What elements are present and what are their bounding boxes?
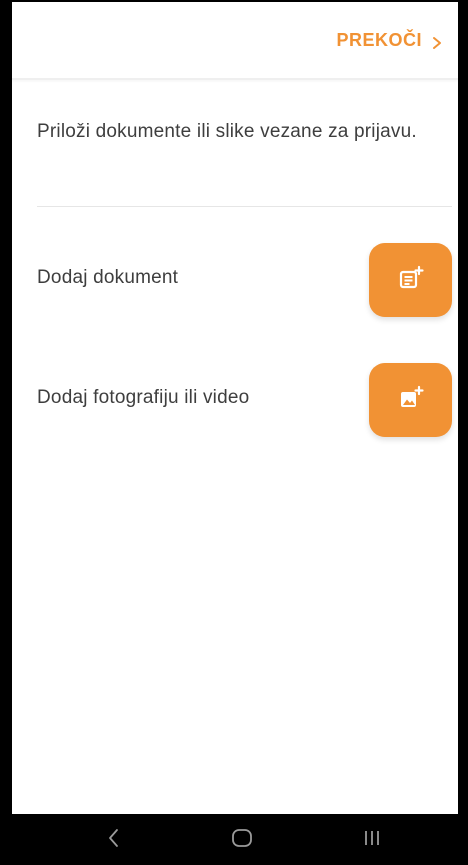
back-icon [107,828,121,853]
home-icon [231,828,253,853]
add-document-icon [398,265,424,296]
add-photo-row: Dodaj fotografiju ili video [37,363,452,437]
add-photo-button[interactable] [369,363,452,437]
add-document-row: Dodaj dokument [37,243,452,317]
add-photo-label: Dodaj fotografiju ili video [37,387,250,408]
skip-button[interactable]: PREKOČI [336,30,444,51]
skip-label: PREKOČI [336,30,422,50]
add-photo-icon [398,385,424,416]
system-navigation-bar [0,814,468,865]
intro-text: Priloži dokumente ili slike vezane za pr… [37,121,417,142]
add-document-button[interactable] [369,243,452,317]
divider [37,206,452,207]
home-button[interactable] [228,828,256,852]
add-document-label: Dodaj dokument [37,267,179,288]
device-frame: PREKOČI Priloži dokumente ili slike veza… [0,0,468,865]
recent-apps-button[interactable] [358,828,386,852]
back-button[interactable] [100,828,128,852]
app-screen: PREKOČI Priloži dokumente ili slike veza… [12,2,458,814]
recent-apps-icon [362,828,382,853]
chevron-right-icon [430,34,444,49]
top-app-bar: PREKOČI [12,2,458,80]
